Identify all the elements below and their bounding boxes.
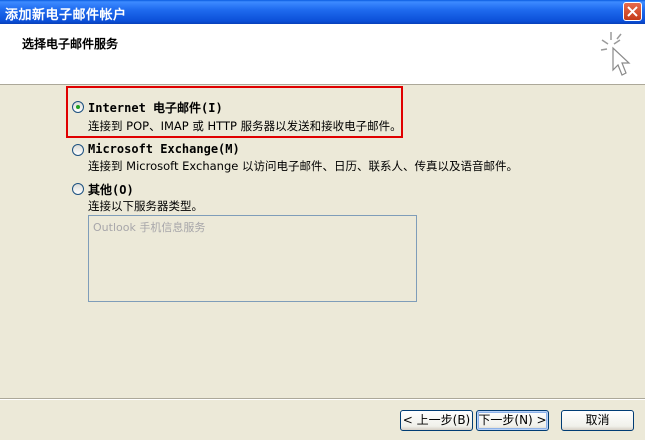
- title-bar: 添加新电子邮件帐户: [0, 0, 645, 24]
- cancel-button[interactable]: 取消: [561, 410, 634, 431]
- highlight-box: [66, 86, 403, 138]
- list-item: Outlook 手机信息服务: [93, 221, 206, 234]
- wizard-cursor-icon: [600, 32, 631, 76]
- close-button[interactable]: [623, 2, 642, 21]
- radio-other[interactable]: [72, 183, 84, 195]
- server-type-list[interactable]: Outlook 手机信息服务: [88, 215, 417, 302]
- page-title: 选择电子邮件服务: [22, 37, 119, 51]
- option-label-exchange[interactable]: Microsoft Exchange(M): [88, 142, 240, 156]
- wizard-header: 选择电子邮件服务: [0, 24, 645, 85]
- option-label-other[interactable]: 其他(O): [88, 181, 134, 198]
- back-button[interactable]: < 上一步(B): [400, 410, 473, 431]
- window-title: 添加新电子邮件帐户: [5, 8, 127, 23]
- option-desc-other: 连接以下服务器类型。: [88, 199, 203, 213]
- footer-divider: [0, 398, 645, 400]
- close-icon: [627, 6, 638, 17]
- radio-exchange[interactable]: [72, 144, 84, 156]
- next-button[interactable]: 下一步(N) >: [476, 410, 549, 431]
- option-desc-exchange: 连接到 Microsoft Exchange 以访问电子邮件、日历、联系人、传真…: [88, 159, 518, 173]
